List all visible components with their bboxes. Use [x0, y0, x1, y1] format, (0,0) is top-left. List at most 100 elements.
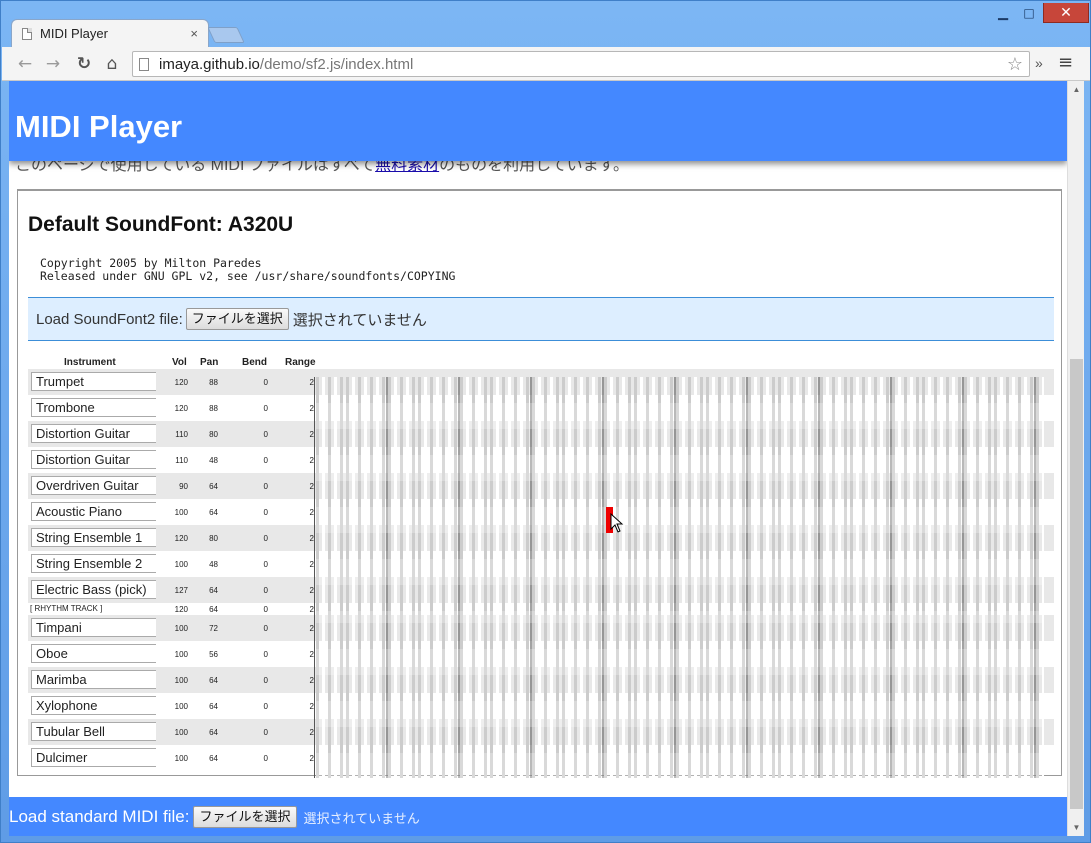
- row-stripe: [316, 701, 1044, 727]
- cell-vol: 120: [174, 404, 188, 413]
- instrument-select[interactable]: Timpani: [31, 618, 156, 637]
- row-stripe: [316, 455, 1044, 481]
- soundfont-title: Default SoundFont: A320U: [28, 213, 294, 236]
- instrument-select[interactable]: Acoustic Piano: [31, 502, 156, 521]
- cell-bend: 0: [263, 624, 268, 633]
- instrument-select[interactable]: String Ensemble 1: [31, 528, 156, 547]
- home-icon[interactable]: ⌂: [101, 53, 123, 75]
- instrument-select[interactable]: Xylophone: [31, 696, 156, 715]
- cell-pan: 88: [209, 378, 218, 387]
- cell-vol: 120: [174, 534, 188, 543]
- cell-pan: 72: [209, 624, 218, 633]
- tab-close-icon[interactable]: ×: [190, 26, 198, 41]
- instrument-select[interactable]: Electric Bass (pick): [31, 580, 156, 599]
- reload-icon[interactable]: ↻: [73, 53, 95, 75]
- cell-pan: 88: [209, 404, 218, 413]
- instrument-select[interactable]: Distortion Guitar: [31, 424, 156, 443]
- cell-vol: 90: [179, 482, 188, 491]
- cell-vol: 100: [174, 508, 188, 517]
- cell-bend: 0: [263, 404, 268, 413]
- cell-bend: 0: [263, 560, 268, 569]
- cell-vol: 100: [174, 728, 188, 737]
- menu-icon[interactable]: ≡: [1058, 52, 1073, 73]
- cell-vol: 110: [175, 430, 188, 439]
- browser-tab[interactable]: MIDI Player ×: [11, 19, 209, 47]
- cell-pan: 48: [209, 456, 218, 465]
- cell-range: 2: [309, 456, 314, 465]
- new-tab-button[interactable]: [207, 27, 245, 43]
- cell-bend: 0: [263, 728, 268, 737]
- cell-bend: 0: [263, 534, 268, 543]
- soundfont-file-status: 選択されていません: [292, 311, 427, 329]
- instrument-select[interactable]: Oboe: [31, 644, 156, 663]
- scroll-down-icon[interactable]: ▼: [1068, 819, 1085, 836]
- instrument-select[interactable]: Tubular Bell: [31, 722, 156, 741]
- vertical-scrollbar[interactable]: ▲ ▼: [1067, 81, 1084, 836]
- scroll-up-icon[interactable]: ▲: [1068, 81, 1085, 98]
- col-vol: Vol: [172, 357, 187, 368]
- minimize-icon[interactable]: ▁: [991, 3, 1015, 23]
- soundfont-load-bar: Load SoundFont2 file: ファイルを選択 選択されていません: [28, 297, 1054, 341]
- rhythm-track-label: [ RHYTHM TRACK ]: [30, 604, 103, 613]
- page-icon: [22, 27, 32, 40]
- cell-vol: 120: [174, 605, 188, 614]
- cell-range: 2: [309, 605, 314, 614]
- col-instrument: Instrument: [64, 357, 116, 368]
- maximize-icon[interactable]: □: [1017, 3, 1041, 23]
- row-stripe: [316, 753, 1044, 778]
- instrument-select[interactable]: Distortion Guitar: [31, 450, 156, 469]
- instrument-select[interactable]: Dulcimer: [31, 748, 156, 767]
- soundfont-load-label: Load SoundFont2 file:: [36, 310, 183, 328]
- cell-vol: 110: [175, 456, 188, 465]
- row-stripe: [316, 507, 1044, 533]
- page-icon: [139, 57, 149, 71]
- cell-vol: 100: [174, 650, 188, 659]
- cell-pan: 64: [209, 676, 218, 685]
- row-stripe: [316, 649, 1044, 675]
- cell-pan: 80: [209, 430, 218, 439]
- scrollbar-thumb[interactable]: [1070, 359, 1083, 809]
- instrument-select[interactable]: Trombone: [31, 398, 156, 417]
- mouse-cursor-icon: [610, 513, 624, 533]
- bookmark-star-icon[interactable]: ☆: [1007, 54, 1023, 75]
- cell-bend: 0: [263, 754, 268, 763]
- cell-bend: 0: [263, 430, 268, 439]
- page-header: MIDI Player: [9, 81, 1067, 161]
- col-range: Range: [285, 357, 316, 368]
- cell-bend: 0: [263, 676, 268, 685]
- row-stripe: [316, 559, 1044, 585]
- cell-pan: 64: [209, 586, 218, 595]
- instrument-select[interactable]: Overdriven Guitar: [31, 476, 156, 495]
- midi-file-button[interactable]: ファイルを選択: [193, 806, 297, 828]
- instrument-select[interactable]: Trumpet: [31, 372, 156, 391]
- url-path: /demo/sf2.js/index.html: [259, 55, 414, 73]
- cell-range: 2: [309, 728, 314, 737]
- cell-pan: 64: [209, 605, 218, 614]
- instrument-select[interactable]: String Ensemble 2: [31, 554, 156, 573]
- page-title: MIDI Player: [15, 109, 183, 144]
- page-viewport: このページで使用している MIDI ファイルはすべて無料素材のものを利用していま…: [9, 81, 1067, 836]
- address-bar[interactable]: imaya.github.io/demo/sf2.js/index.html ☆: [132, 51, 1030, 77]
- cell-bend: 0: [263, 508, 268, 517]
- extensions-chevron-icon[interactable]: »: [1035, 55, 1043, 71]
- keyboard-border: [314, 377, 315, 778]
- cell-range: 2: [309, 754, 314, 763]
- cell-bend: 0: [263, 605, 268, 614]
- cell-vol: 100: [174, 624, 188, 633]
- close-window-icon[interactable]: ✕: [1043, 3, 1089, 23]
- cell-bend: 0: [263, 456, 268, 465]
- cell-range: 2: [309, 430, 314, 439]
- cell-range: 2: [309, 702, 314, 711]
- col-pan: Pan: [200, 357, 219, 368]
- cell-bend: 0: [263, 378, 268, 387]
- midi-load-bar: Load standard MIDI file: ファイルを選択 選択されていま…: [9, 797, 1067, 836]
- forward-icon[interactable]: →: [42, 53, 64, 75]
- instrument-select[interactable]: Marimba: [31, 670, 156, 689]
- cell-range: 2: [309, 404, 314, 413]
- back-icon[interactable]: ←: [14, 53, 36, 75]
- midi-load-label: Load standard MIDI file:: [9, 807, 190, 826]
- cell-bend: 0: [263, 650, 268, 659]
- cell-range: 2: [309, 624, 314, 633]
- soundfont-file-button[interactable]: ファイルを選択: [185, 308, 289, 330]
- cell-bend: 0: [263, 482, 268, 491]
